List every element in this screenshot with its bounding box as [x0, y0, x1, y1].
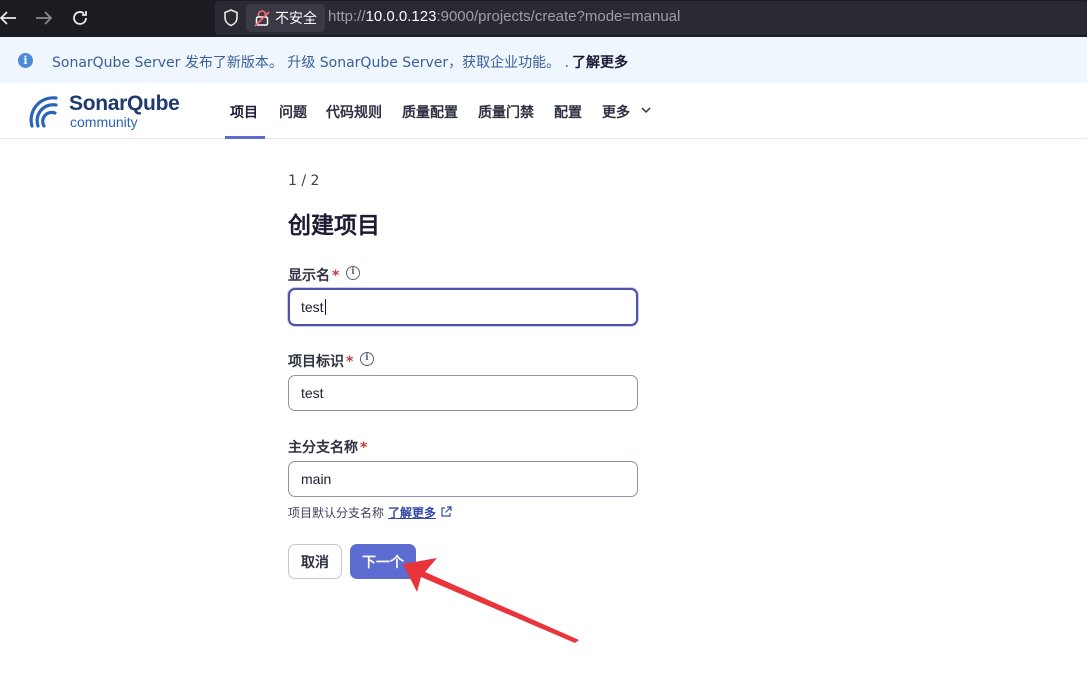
- upgrade-banner: i SonarQube Server 发布了新版本。 升级 SonarQube …: [0, 37, 1087, 83]
- top-navigation: SonarQube community 项目 问题 代码规则 质量配置 质量门禁…: [0, 83, 1087, 139]
- project-key-label-text: 项目标识: [288, 354, 344, 370]
- project-key-input[interactable]: test: [288, 375, 638, 411]
- external-link-icon[interactable]: [440, 506, 452, 518]
- nav-rules[interactable]: 代码规则: [326, 102, 382, 122]
- info-icon: i: [18, 53, 33, 68]
- url-path: :9000/projects/create?mode=manual: [436, 8, 681, 25]
- reload-icon[interactable]: [68, 6, 92, 30]
- display-name-label-text: 显示名: [288, 268, 330, 284]
- chevron-down-icon[interactable]: [640, 104, 652, 116]
- hint-learn-more-link[interactable]: 了解更多: [388, 506, 436, 520]
- banner-message: SonarQube Server 发布了新版本。 升级 SonarQube Se…: [52, 55, 570, 71]
- hint-text: 项目默认分支名称: [288, 506, 385, 520]
- banner-learn-more-link[interactable]: 了解更多: [572, 52, 628, 72]
- nav-issues[interactable]: 问题: [279, 102, 307, 122]
- insecure-lock-icon: [254, 10, 270, 27]
- url-text[interactable]: http://10.0.0.123:9000/projects/create?m…: [328, 8, 680, 25]
- required-mark: *: [346, 354, 354, 370]
- browser-toolbar: 不安全 http://10.0.0.123:9000/projects/crea…: [0, 0, 1087, 37]
- forward-arrow-icon[interactable]: [32, 6, 56, 30]
- display-name-help-icon[interactable]: i: [346, 266, 360, 280]
- annotation-arrow-icon: [403, 558, 579, 643]
- main-branch-value: main: [301, 471, 332, 487]
- display-name-input[interactable]: test: [288, 288, 638, 326]
- back-arrow-icon[interactable]: [0, 6, 20, 30]
- nav-quality-gates[interactable]: 质量门禁: [478, 102, 534, 122]
- project-key-help-icon[interactable]: i: [360, 352, 374, 366]
- text-caret: [324, 299, 326, 315]
- security-label: 不安全: [275, 11, 317, 27]
- url-host: 10.0.0.123: [365, 8, 437, 25]
- nav-more[interactable]: 更多: [602, 102, 630, 122]
- logo-edition: community: [70, 114, 138, 130]
- step-indicator: 1 / 2: [288, 173, 320, 189]
- sonar-waves-icon: [29, 96, 58, 128]
- project-key-value: test: [301, 385, 324, 401]
- main-branch-input[interactable]: main: [288, 461, 638, 497]
- site-security-indicator[interactable]: 不安全: [246, 4, 325, 32]
- required-mark: *: [360, 440, 368, 456]
- display-name-label: 显示名 *: [288, 265, 339, 285]
- nav-projects[interactable]: 项目: [230, 102, 258, 122]
- shield-icon[interactable]: [222, 8, 240, 28]
- page-title: 创建项目: [288, 213, 380, 239]
- main-branch-label-text: 主分支名称: [288, 440, 358, 456]
- logo-name: SonarQube: [69, 92, 180, 115]
- project-key-label: 项目标识 *: [288, 351, 353, 371]
- main-branch-hint: 项目默认分支名称 了解更多: [288, 504, 452, 521]
- required-mark: *: [332, 268, 340, 284]
- nav-administration[interactable]: 配置: [554, 102, 582, 122]
- next-button[interactable]: 下一个: [350, 544, 416, 579]
- cancel-button[interactable]: 取消: [288, 544, 342, 579]
- main-branch-label: 主分支名称 *: [288, 437, 367, 457]
- sonarqube-logo[interactable]: SonarQube community: [26, 92, 196, 132]
- nav-quality-profiles[interactable]: 质量配置: [402, 102, 458, 122]
- url-prefix: http://: [328, 8, 366, 25]
- display-name-value: test: [301, 299, 324, 315]
- active-nav-indicator: [225, 136, 265, 139]
